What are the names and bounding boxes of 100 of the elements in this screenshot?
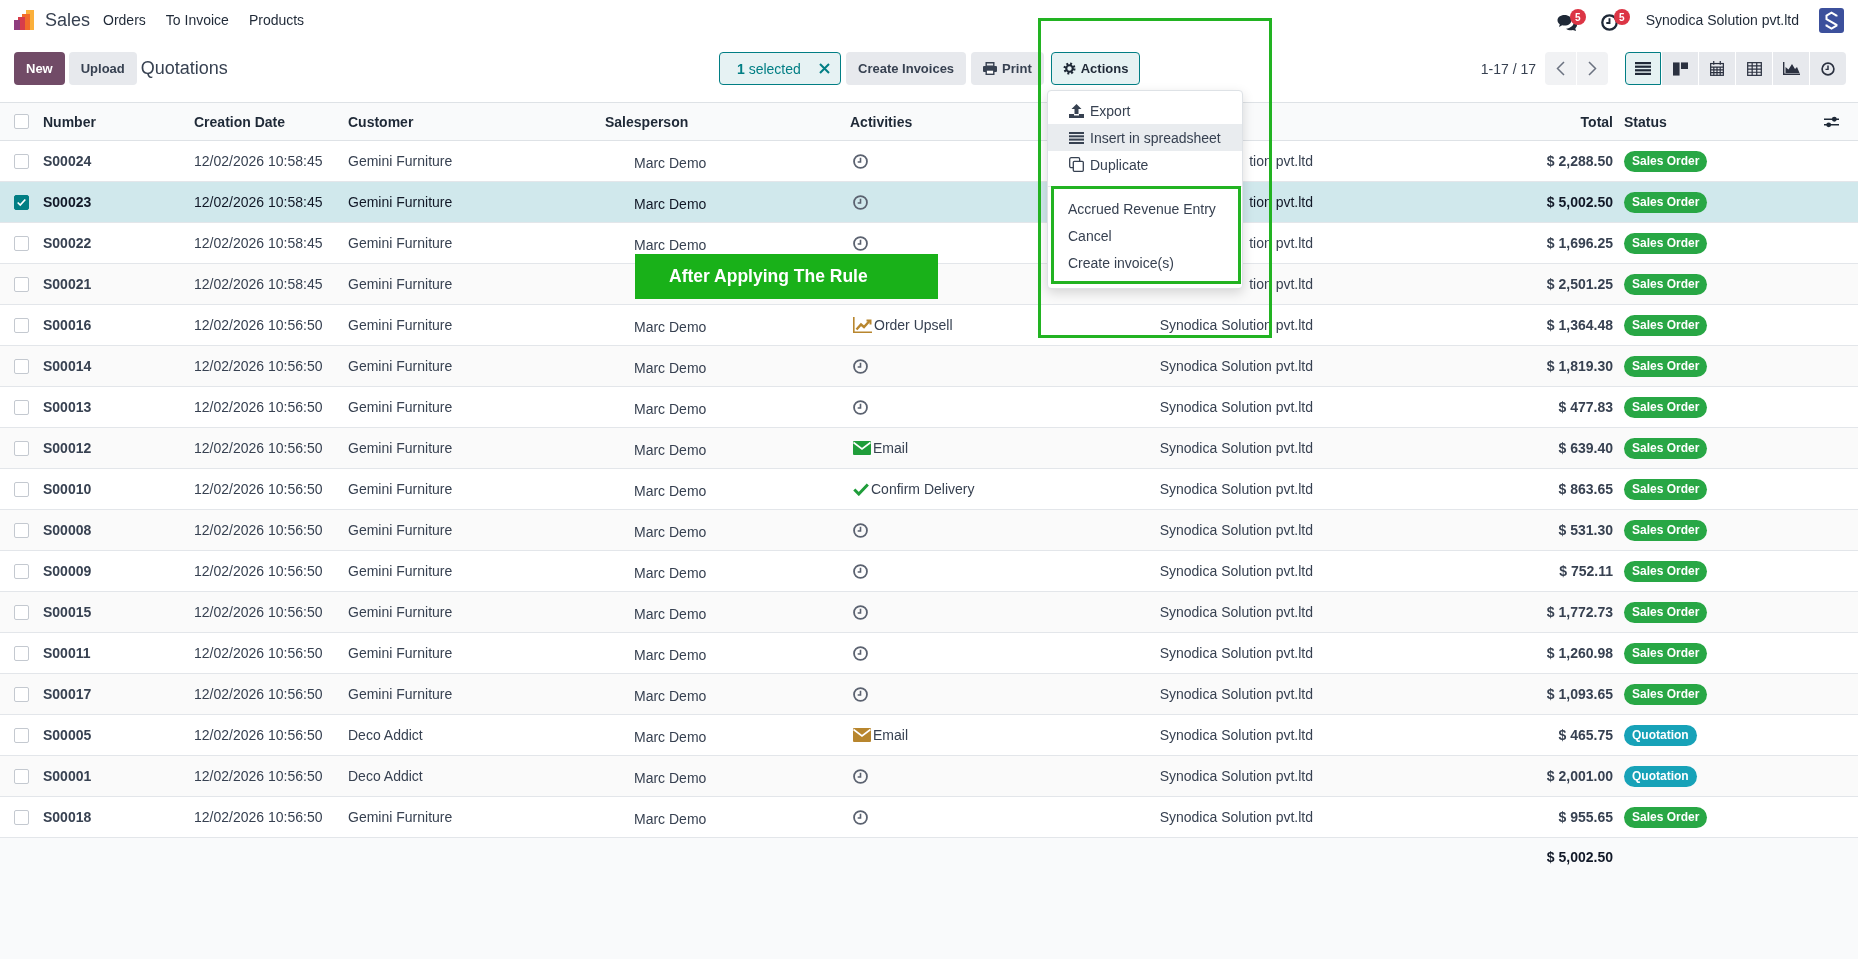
- creation-date: 12/02/2026 10:56:50: [194, 481, 323, 497]
- order-total: $ 639.40: [1558, 440, 1613, 456]
- status-badge: Sales Order: [1624, 396, 1708, 418]
- annotation-banner: After Applying The Rule: [635, 254, 938, 299]
- order-total: $ 1,819.30: [1546, 358, 1613, 374]
- customer-name: Gemini Furniture: [348, 399, 453, 415]
- order-number: S00010: [43, 481, 92, 497]
- status-badge: Sales Order: [1624, 642, 1708, 664]
- customer-name: Gemini Furniture: [348, 358, 453, 374]
- customer-name: Gemini Furniture: [348, 604, 453, 620]
- creation-date: 12/02/2026 10:58:45: [194, 153, 323, 169]
- customer-name: Gemini Furniture: [348, 645, 453, 661]
- creation-date: 12/02/2026 10:56:50: [194, 563, 323, 579]
- order-total: $ 752.11: [1559, 563, 1613, 579]
- order-number: S00018: [43, 809, 92, 825]
- creation-date: 12/02/2026 10:58:45: [194, 276, 323, 292]
- customer-name: Gemini Furniture: [348, 153, 453, 169]
- status-badge: Sales Order: [1624, 273, 1708, 295]
- salesperson-name: Marc Demo: [634, 319, 707, 335]
- status-badge: Sales Order: [1624, 437, 1708, 459]
- status-badge: Sales Order: [1624, 519, 1708, 541]
- status-badge: Sales Order: [1624, 355, 1708, 377]
- creation-date: 12/02/2026 10:56:50: [194, 399, 323, 415]
- order-number: S00017: [43, 686, 92, 702]
- status-badge: Sales Order: [1624, 478, 1708, 500]
- customer-name: Gemini Furniture: [348, 317, 453, 333]
- creation-date: 12/02/2026 10:56:50: [194, 768, 323, 784]
- order-number: S00005: [43, 727, 92, 743]
- status-badge: Sales Order: [1624, 560, 1708, 582]
- order-number: S00024: [43, 153, 92, 169]
- order-total: $ 2,288.50: [1546, 153, 1613, 169]
- salesperson-name: Marc Demo: [634, 688, 707, 704]
- salesperson-name: Marc Demo: [634, 729, 707, 745]
- customer-name: Gemini Furniture: [348, 194, 453, 210]
- creation-date: 12/02/2026 10:56:50: [194, 727, 323, 743]
- company-name: Synodica Solution pvt.ltd: [1159, 563, 1313, 579]
- company-name: Synodica Solution pvt.ltd: [1159, 604, 1313, 620]
- salesperson-name: Marc Demo: [634, 811, 707, 827]
- order-number: S00011: [43, 645, 91, 661]
- order-total: $ 955.65: [1558, 809, 1613, 825]
- order-number: S00016: [43, 317, 92, 333]
- count-badge: 5: [1569, 9, 1586, 25]
- status-badge: Quotation: [1624, 765, 1697, 787]
- selection-count: 1 selected: [737, 60, 801, 77]
- creation-date: 12/02/2026 10:56:50: [194, 358, 323, 374]
- salesperson-name: Marc Demo: [634, 196, 707, 212]
- status-badge: Sales Order: [1624, 150, 1708, 172]
- salesperson-name: Marc Demo: [634, 606, 707, 622]
- creation-date: 12/02/2026 10:56:50: [194, 604, 323, 620]
- customer-name: Gemini Furniture: [348, 235, 453, 251]
- order-total: $ 5,002.50: [1546, 194, 1613, 210]
- customer-name: Gemini Furniture: [348, 522, 453, 538]
- customer-name: Deco Addict: [348, 727, 423, 743]
- salesperson-name: Marc Demo: [634, 524, 707, 540]
- order-number: S00015: [43, 604, 92, 620]
- order-number: S00009: [43, 563, 92, 579]
- salesperson-name: Marc Demo: [634, 237, 707, 253]
- company-name: Synodica Solution pvt.ltd: [1159, 686, 1313, 702]
- order-number: S00021: [43, 276, 92, 292]
- order-number: S00014: [43, 358, 92, 374]
- order-number: S00022: [43, 235, 92, 251]
- order-total: $ 2,001.00: [1546, 768, 1613, 784]
- salesperson-name: Marc Demo: [634, 647, 707, 663]
- salesperson-name: Marc Demo: [634, 155, 707, 171]
- order-total: $ 531.30: [1558, 522, 1613, 538]
- order-total: $ 477.83: [1558, 399, 1613, 415]
- company-name: Synodica Solution pvt.ltd: [1159, 522, 1313, 538]
- order-total: $ 1,772.73: [1546, 604, 1613, 620]
- customer-name: Gemini Furniture: [348, 440, 453, 456]
- status-badge: Quotation: [1624, 724, 1697, 746]
- order-number: S00013: [43, 399, 92, 415]
- company-name: Synodica Solution pvt.ltd: [1159, 358, 1313, 374]
- company-name: Synodica Solution pvt.ltd: [1159, 399, 1313, 415]
- order-number: S00012: [43, 440, 92, 456]
- company-name: Synodica Solution pvt.ltd: [1159, 809, 1313, 825]
- salesperson-name: Marc Demo: [634, 770, 707, 786]
- status-badge: Sales Order: [1624, 806, 1708, 828]
- status-badge: Sales Order: [1624, 683, 1708, 705]
- status-badge: Sales Order: [1624, 601, 1708, 623]
- customer-name: Gemini Furniture: [348, 809, 453, 825]
- order-total: $ 1,696.25: [1546, 235, 1613, 251]
- creation-date: 12/02/2026 10:58:45: [194, 194, 323, 210]
- count-badge: 5: [1613, 9, 1630, 25]
- customer-name: Gemini Furniture: [348, 686, 453, 702]
- salesperson-name: Marc Demo: [634, 360, 707, 376]
- customer-name: Gemini Furniture: [348, 276, 453, 292]
- customer-name: Gemini Furniture: [348, 481, 453, 497]
- company-name: Synodica Solution pvt.ltd: [1159, 768, 1313, 784]
- order-total: $ 465.75: [1558, 727, 1613, 743]
- sum-total: $ 5,002.50: [1546, 848, 1613, 865]
- order-total: $ 1,260.98: [1546, 645, 1613, 661]
- customer-name: Deco Addict: [348, 768, 423, 784]
- order-total: $ 863.65: [1558, 481, 1613, 497]
- customer-name: Gemini Furniture: [348, 563, 453, 579]
- order-number: S00001: [43, 768, 92, 784]
- order-number: S00008: [43, 522, 92, 538]
- page-title: Quotations: [140, 58, 228, 79]
- salesperson-name: Marc Demo: [634, 442, 707, 458]
- creation-date: 12/02/2026 10:58:45: [194, 235, 323, 251]
- creation-date: 12/02/2026 10:56:50: [194, 809, 323, 825]
